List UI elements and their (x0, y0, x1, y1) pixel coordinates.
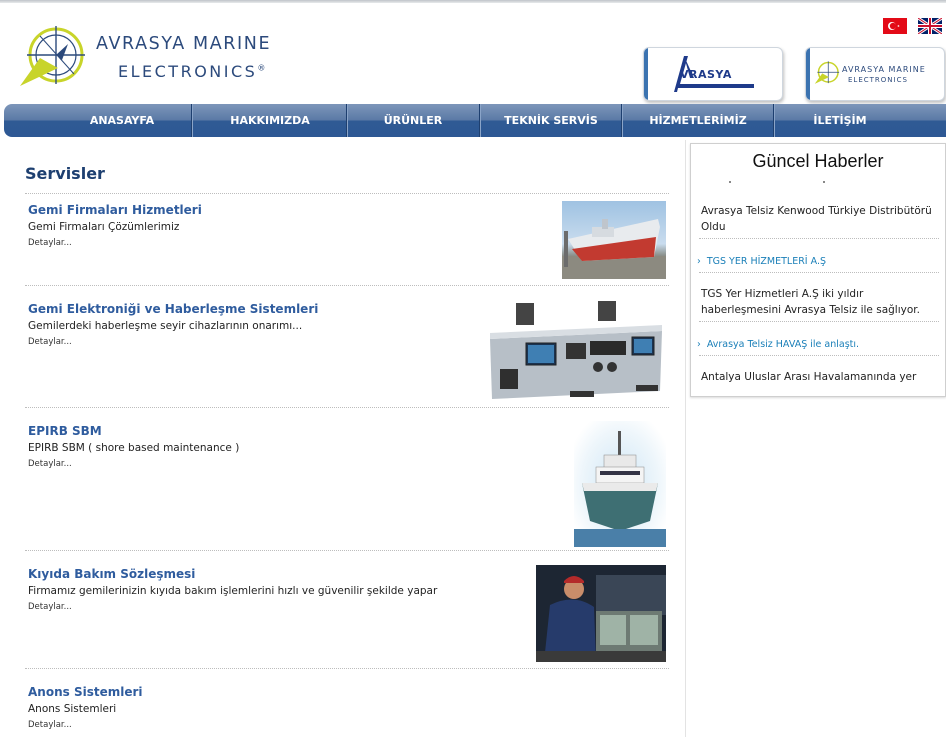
service-description: Anons Sistemleri (28, 703, 117, 715)
console-photo[interactable] (486, 299, 666, 403)
nav-urunler[interactable]: ÜRÜNLER (348, 104, 478, 137)
technician-photo[interactable] (536, 565, 666, 662)
details-link[interactable]: Detaylar... (28, 337, 72, 347)
logo-text-line2: ELECTRONICS® (118, 62, 266, 81)
service-description: Gemi Firmaları Çözümlerimiz (28, 221, 180, 233)
avrasya-marine-logo[interactable]: AVRASYA MARINE ELECTRONICS (805, 47, 945, 101)
nav-anasayfa[interactable]: ANASAYFA (54, 104, 190, 137)
turkish-flag-icon[interactable] (883, 18, 907, 34)
service-title-link[interactable]: Gemi Firmaları Hizmetleri (28, 203, 202, 217)
nav-teknik-servis[interactable]: TEKNİK SERVİS (481, 104, 621, 137)
service-title-link[interactable]: EPIRB SBM (28, 424, 102, 438)
site-logo[interactable]: AVRASYA MARINE ELECTRONICS® (18, 22, 338, 92)
news-item-link[interactable]: TGS YER HİZMETLERİ A.Ş (697, 256, 826, 267)
page-title: Servisler (25, 164, 105, 183)
compass-logo-icon (20, 26, 85, 86)
details-link[interactable]: Detaylar... (28, 459, 72, 469)
news-item-text: TGS Yer Hizmetleri A.Ş iki yıldır haberl… (701, 288, 920, 316)
nav-hakkimizda[interactable]: HAKKIMIZDA (193, 104, 347, 137)
services-section: Servisler Gemi Firmaları Hizmetleri Gemi… (0, 140, 686, 737)
top-border (0, 0, 946, 3)
news-panel: Güncel Haberler Avrasya Telsiz Kenwood T… (690, 143, 946, 397)
vessel-photo[interactable] (574, 421, 666, 547)
nav-hizmetlerimiz[interactable]: HİZMETLERİMİZ (623, 104, 773, 137)
news-item-text: Avrasya Telsiz Kenwood Türkiye Distribüt… (701, 205, 932, 233)
main-nav: ANASAYFA HAKKIMIZDA ÜRÜNLER TEKNİK SERVİ… (4, 104, 946, 137)
avrasya-text: VRASYA (680, 68, 732, 81)
nav-iletisim[interactable]: İLETİŞİM (775, 104, 905, 137)
marine-text-line1: AVRASYA MARINE (842, 65, 926, 74)
column-divider (685, 140, 686, 737)
marine-text-line2: ELECTRONICS (848, 76, 908, 84)
service-description: Gemilerdeki haberleşme seyir cihazlarını… (28, 320, 303, 332)
news-item-text: Antalya Uluslar Arası Havalamanında yer (701, 371, 917, 383)
service-title-link[interactable]: Anons Sistemleri (28, 685, 143, 699)
compass-small-icon (814, 61, 840, 84)
details-link[interactable]: Detaylar... (28, 720, 72, 730)
service-description: EPIRB SBM ( shore based maintenance ) (28, 442, 240, 454)
english-flag-icon[interactable] (918, 18, 942, 34)
news-item-link[interactable]: Avrasya Telsiz HAVAŞ ile anlaştı. (697, 339, 859, 350)
service-description: Firmamız gemilerinizin kıyıda bakım işle… (28, 585, 438, 597)
news-title: Güncel Haberler (752, 151, 884, 171)
ship-photo[interactable] (562, 201, 666, 279)
details-link[interactable]: Detaylar... (28, 238, 72, 248)
details-link[interactable]: Detaylar... (28, 602, 72, 612)
logo-text-line1: AVRASYA MARINE (96, 34, 272, 54)
service-title-link[interactable]: Kıyıda Bakım Sözleşmesi (28, 567, 195, 581)
service-title-link[interactable]: Gemi Elektroniği ve Haberleşme Sistemler… (28, 302, 318, 316)
avrasya-telsiz-logo[interactable]: VRASYA (643, 47, 783, 101)
